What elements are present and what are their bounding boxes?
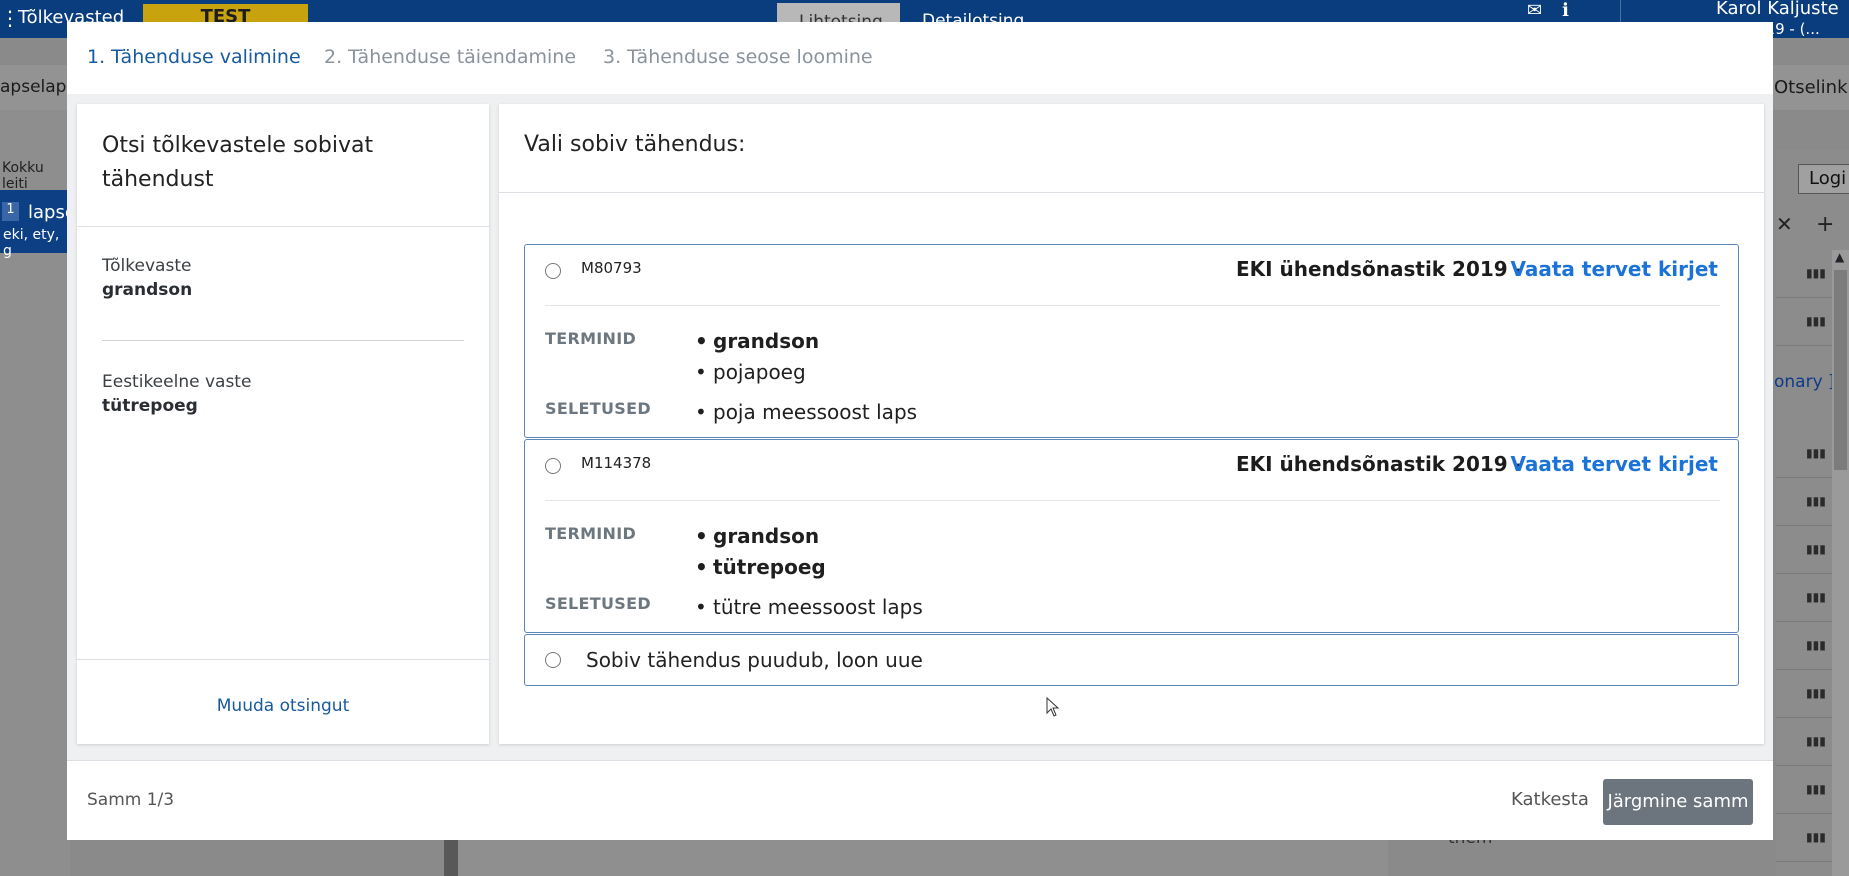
terms-label: TERMINID (545, 329, 637, 348)
meaning-option[interactable]: M80793 EKI ühendsõnastik 2019 - Vaata te… (524, 244, 1739, 438)
change-search-link[interactable]: Muuda otsingut (77, 696, 489, 716)
term-item: pojapoeg (695, 357, 819, 388)
definition-item: tütre meessoost laps (695, 592, 923, 623)
result-item-selected[interactable]: 1 lapse eki, ety, g (0, 190, 76, 259)
detail-row: ▮▮▮ (1776, 478, 1832, 526)
chevron-up-icon[interactable]: ▲ (1835, 250, 1844, 264)
detail-row: ▮▮▮ (1776, 718, 1832, 766)
translation-label: Tõlkevaste (102, 256, 192, 276)
divider (77, 659, 489, 660)
options-heading: Vali sobiv tähendus: (524, 132, 746, 157)
menu-icon[interactable]: ⋮ (0, 6, 20, 30)
no-match-option[interactable]: Sobiv tähendus puudub, loon uue (524, 634, 1739, 686)
stats-icon[interactable]: ▮▮▮ (1806, 734, 1826, 748)
search-summary-heading: Otsi tõlkevastele sobivat tähendust (102, 133, 374, 192)
definitions-label: SELETUSED (545, 594, 651, 613)
add-icon[interactable]: + (1816, 212, 1834, 237)
meaning-radio[interactable] (545, 263, 561, 279)
meaning-id: M114378 (581, 454, 652, 472)
step-1[interactable]: 1. Tähenduse valimine (87, 46, 301, 68)
detail-row: ▮▮▮ (1776, 526, 1832, 574)
term-item: tütrepoeg (695, 552, 826, 583)
scrollbar-thumb[interactable] (1834, 270, 1847, 470)
estonian-label: Eestikeelne vaste (102, 372, 252, 392)
stats-icon[interactable]: ▮▮▮ (1806, 494, 1826, 508)
detail-row: ▮▮▮ (1776, 250, 1832, 298)
step-3[interactable]: 3. Tähenduse seose loomine (603, 46, 873, 68)
bg-divider (444, 838, 458, 876)
meaning-radio[interactable] (545, 458, 561, 474)
user-name[interactable]: Karol Kaljuste (1716, 0, 1839, 19)
stats-icon[interactable]: ▮▮▮ (1806, 830, 1826, 844)
meaning-id: M80793 (581, 259, 642, 277)
stats-icon[interactable]: ▮▮▮ (1806, 686, 1826, 700)
stats-icon[interactable]: ▮▮▮ (1806, 314, 1826, 328)
meaning-selection-modal: 1. Tähenduse valimine 2. Tähenduse täien… (67, 22, 1773, 840)
stats-icon[interactable]: ▮▮▮ (1806, 266, 1826, 280)
terms-label: TERMINID (545, 524, 637, 543)
stats-icon[interactable]: ▮▮▮ (1806, 590, 1826, 604)
info-icon[interactable]: ℹ (1562, 0, 1569, 21)
divider (77, 226, 489, 227)
view-entry-link[interactable]: Vaata tervet kirjet (1510, 452, 1718, 476)
dictionary-link[interactable]: onary ] (1774, 372, 1835, 392)
dictionary-name: EKI ühendsõnastik 2019 - (1235, 257, 1523, 281)
search-value[interactable]: apselap (0, 77, 66, 97)
meaning-options-card: Vali sobiv tähendus: M80793 EKI ühendsõn… (499, 104, 1764, 744)
stats-icon[interactable]: ▮▮▮ (1806, 782, 1826, 796)
result-badge: 1 (2, 202, 19, 221)
divider (545, 500, 1720, 501)
divider (102, 340, 464, 341)
log-button[interactable]: Logi (1798, 164, 1849, 194)
detail-row: ▮▮▮ (1776, 766, 1832, 814)
no-match-label: Sobiv tähendus puudub, loon uue (586, 648, 923, 672)
results-count: Kokku leiti (2, 160, 44, 192)
terms-list: grandson tütrepoeg (695, 521, 826, 583)
term-item: grandson (695, 326, 819, 357)
next-step-button[interactable]: Järgmine samm (1603, 779, 1753, 825)
stats-icon[interactable]: ▮▮▮ (1806, 446, 1826, 460)
detail-panel: Logi ✕ + ▮▮▮ ▮▮▮ onary ] ▮▮▮ ▮▮▮ ▮▮▮ ▮▮▮… (1774, 150, 1849, 876)
estonian-value: tütrepoeg (102, 396, 198, 416)
definition-item: poja meessoost laps (695, 397, 917, 428)
close-icon[interactable]: ✕ (1776, 212, 1793, 236)
modal-footer: Samm 1/3 Katkesta Järgmine samm (67, 760, 1773, 840)
cancel-button[interactable]: Katkesta (1511, 789, 1589, 810)
definitions-list: tütre meessoost laps (695, 592, 923, 623)
dictionary-name: EKI ühendsõnastik 2019 - (1235, 452, 1523, 476)
definitions-label: SELETUSED (545, 399, 651, 418)
bg-content (458, 838, 1388, 876)
detail-row: ▮▮▮ (1776, 574, 1832, 622)
stats-icon[interactable]: ▮▮▮ (1806, 542, 1826, 556)
step-navigation: 1. Tähenduse valimine 2. Tähenduse täien… (67, 22, 1773, 94)
terms-list: grandson pojapoeg (695, 326, 819, 388)
step-counter: Samm 1/3 (87, 790, 175, 810)
scrollbar[interactable]: ▲ (1832, 250, 1849, 876)
detail-row: ▮▮▮ (1776, 430, 1832, 478)
direct-link[interactable]: Otselink (1774, 77, 1848, 98)
detail-row: ▮▮▮ (1776, 670, 1832, 718)
detail-row: ▮▮▮ (1776, 298, 1832, 346)
search-summary-card: Otsi tõlkevastele sobivat tähendust Tõlk… (77, 104, 489, 744)
definitions-list: poja meessoost laps (695, 397, 917, 428)
divider (545, 305, 1720, 306)
stats-icon[interactable]: ▮▮▮ (1806, 638, 1826, 652)
step-2[interactable]: 2. Tähenduse täiendamine (324, 46, 576, 68)
view-entry-link[interactable]: Vaata tervet kirjet (1510, 257, 1718, 281)
mouse-cursor-icon (1046, 697, 1060, 717)
results-panel: Kokku leiti 1 lapse eki, ety, g (0, 110, 76, 876)
divider (499, 192, 1764, 193)
detail-row: ▮▮▮ (1776, 814, 1832, 862)
no-match-radio[interactable] (545, 652, 561, 668)
meaning-option[interactable]: M114378 EKI ühendsõnastik 2019 - Vaata t… (524, 439, 1739, 633)
term-item: grandson (695, 521, 826, 552)
result-datasets: eki, ety, g (3, 227, 60, 259)
mail-icon[interactable]: ✉ (1527, 0, 1542, 21)
translation-value: grandson (102, 280, 193, 300)
detail-row: ▮▮▮ (1776, 622, 1832, 670)
